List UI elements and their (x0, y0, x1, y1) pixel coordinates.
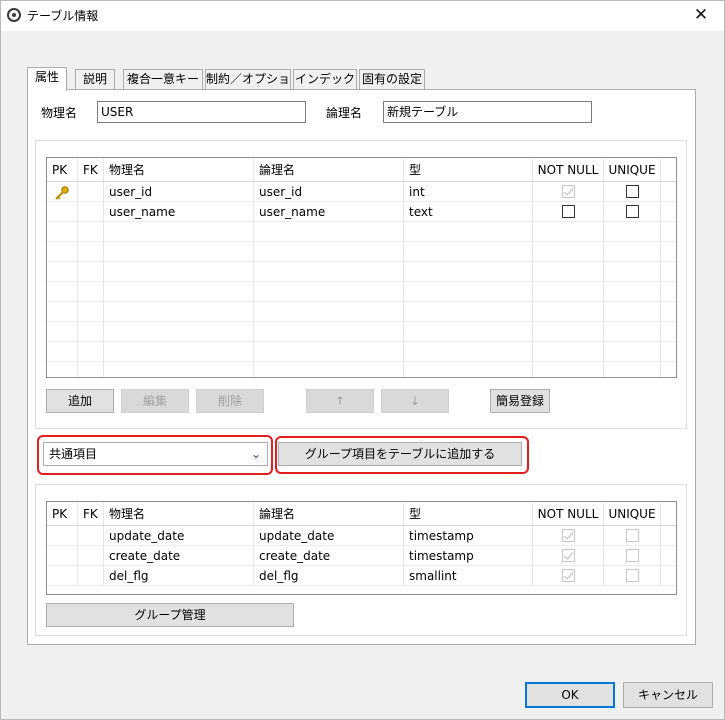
window-title: テーブル情報 (27, 9, 99, 23)
col-header-unique: UNIQUE (604, 158, 661, 181)
logical-name-label: 論理名 (326, 106, 363, 120)
group-columns-group: PK FK 物理名 論理名 型 NOT NULL UNIQUE update_d… (35, 484, 687, 636)
col-header-pk: PK (47, 502, 78, 525)
unique-checkbox[interactable] (625, 185, 639, 198)
group-table-header: PK FK 物理名 論理名 型 NOT NULL UNIQUE (47, 502, 676, 526)
table-info-dialog: テーブル情報 ✕ 属性 説明 複合一意キー 制約／オプション インデックス 固有… (0, 0, 725, 720)
col-header-type: 型 (404, 158, 533, 181)
highlight-group-select (37, 435, 273, 475)
cell-physical: update_date (104, 526, 254, 545)
cancel-button[interactable]: キャンセル (623, 682, 713, 708)
col-header-physical: 物理名 (104, 158, 254, 181)
table-row[interactable]: del_flg del_flg smallint (47, 566, 676, 586)
col-header-unique: UNIQUE (604, 502, 661, 525)
col-header-not-null: NOT NULL (533, 158, 604, 181)
not-null-checkbox (561, 549, 575, 562)
close-icon[interactable]: ✕ (688, 3, 714, 27)
cell-type: int (404, 182, 533, 201)
cell-type: timestamp (404, 526, 533, 545)
cell-physical: del_flg (104, 566, 254, 585)
tab-description[interactable]: 説明 (75, 69, 115, 90)
columns-table-header: PK FK 物理名 論理名 型 NOT NULL UNIQUE (47, 158, 676, 182)
group-columns-table: PK FK 物理名 論理名 型 NOT NULL UNIQUE update_d… (46, 501, 677, 595)
col-header-not-null: NOT NULL (533, 502, 604, 525)
not-null-checkbox (561, 529, 575, 542)
table-row[interactable]: user_id user_id int (47, 182, 676, 202)
table-row[interactable]: update_date update_date timestamp (47, 526, 676, 546)
edit-button[interactable]: 編集 (121, 389, 189, 413)
physical-name-label: 物理名 (41, 106, 78, 120)
unique-checkbox (625, 529, 639, 542)
col-header-physical: 物理名 (104, 502, 254, 525)
tab-constraints-options[interactable]: 制約／オプション (205, 69, 291, 105)
col-header-fk: FK (78, 502, 104, 525)
cell-type: timestamp (404, 546, 533, 565)
columns-group: PK FK 物理名 論理名 型 NOT NULL UNIQUE user_id … (35, 140, 687, 429)
tab-indexes[interactable]: インデックス (293, 69, 357, 105)
not-null-checkbox (561, 569, 575, 582)
ok-button[interactable]: OK (525, 682, 615, 708)
add-button[interactable]: 追加 (46, 389, 114, 413)
col-header-logical: 論理名 (254, 502, 404, 525)
cell-type: text (404, 202, 533, 221)
col-header-fk: FK (78, 158, 104, 181)
delete-button[interactable]: 削除 (196, 389, 264, 413)
cell-logical: update_date (254, 526, 404, 545)
quick-register-button[interactable]: 簡易登録 (490, 389, 550, 413)
title-bar: テーブル情報 ✕ (1, 1, 724, 31)
tab-composite-unique-key[interactable]: 複合一意キー (123, 69, 203, 90)
tab-specific-settings[interactable]: 固有の設定 (359, 69, 425, 90)
col-header-logical: 論理名 (254, 158, 404, 181)
tab-panel-attributes: 物理名 USER 論理名 新規テーブル PK FK 物理名 論理名 型 NOT … (27, 89, 696, 645)
cell-logical: user_name (254, 202, 404, 221)
table-row[interactable]: user_name user_name text (47, 202, 676, 222)
columns-table: PK FK 物理名 論理名 型 NOT NULL UNIQUE user_id … (46, 157, 677, 378)
app-icon (7, 8, 21, 22)
table-row[interactable]: create_date create_date timestamp (47, 546, 676, 566)
key-icon (47, 182, 78, 201)
move-up-button[interactable]: ↑ (306, 389, 374, 413)
col-header-pk: PK (47, 158, 78, 181)
cell-logical: user_id (254, 182, 404, 201)
cell-physical: user_name (104, 202, 254, 221)
not-null-checkbox (561, 185, 575, 198)
tab-attributes[interactable]: 属性 (27, 67, 67, 91)
cell-physical: create_date (104, 546, 254, 565)
move-down-button[interactable]: ↓ (381, 389, 449, 413)
logical-name-field[interactable]: 新規テーブル (383, 101, 592, 123)
cell-logical: create_date (254, 546, 404, 565)
cell-logical: del_flg (254, 566, 404, 585)
cell-physical: user_id (104, 182, 254, 201)
unique-checkbox[interactable] (625, 205, 639, 218)
highlight-add-group-button (275, 436, 529, 474)
col-header-type: 型 (404, 502, 533, 525)
not-null-checkbox[interactable] (561, 205, 575, 218)
group-manage-button[interactable]: グループ管理 (46, 603, 294, 627)
unique-checkbox (625, 549, 639, 562)
unique-checkbox (625, 569, 639, 582)
physical-name-field[interactable]: USER (97, 101, 306, 123)
cell-type: smallint (404, 566, 533, 585)
